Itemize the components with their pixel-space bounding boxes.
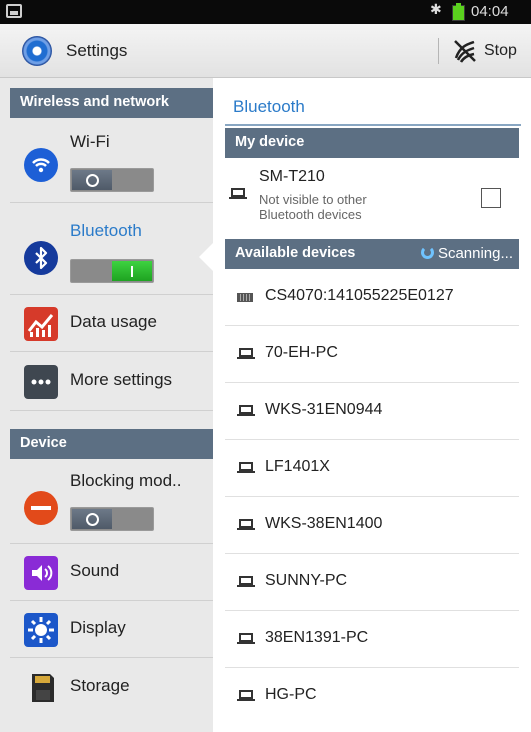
blocking-mode-toggle[interactable] [70, 507, 154, 531]
sidebar-item-sound[interactable]: Sound [10, 544, 213, 601]
storage-icon [24, 670, 58, 704]
display-icon [24, 613, 58, 647]
stop-button[interactable]: Stop [484, 42, 517, 60]
my-device-row[interactable]: SM-T210 Not visible to other Bluetooth d… [225, 162, 519, 232]
my-device-name: SM-T210 [259, 168, 325, 185]
app-title: Settings [66, 41, 128, 60]
image-icon [6, 4, 22, 18]
laptop-icon [237, 690, 255, 701]
toggle-knob [72, 170, 112, 190]
sidebar-item-label: More settings [70, 370, 173, 389]
device-name: WKS-31EN0944 [265, 401, 383, 418]
sidebar-item-label: Blocking mod.. [70, 471, 182, 490]
device-name: LF1401X [265, 458, 330, 475]
more-settings-icon [24, 365, 58, 399]
sidebar-item-display[interactable]: Display [10, 601, 213, 658]
scanning-status: Scanning... [420, 245, 513, 262]
sidebar-item-label: Bluetooth [70, 221, 142, 240]
divider [438, 38, 439, 64]
sidebar-item-blocking-mode[interactable]: Blocking mod.. [10, 459, 213, 544]
bluetooth-panel: Bluetooth My device SM-T210 Not visible … [213, 78, 531, 732]
section-header-my-device: My device [225, 128, 519, 158]
section-header-device: Device [10, 429, 213, 459]
sidebar-item-bluetooth[interactable]: Bluetooth [10, 203, 213, 295]
visibility-checkbox[interactable] [481, 188, 501, 208]
scanning-label: Scanning... [437, 245, 513, 262]
device-name: CS4070:141055225E0127 [265, 287, 454, 304]
sidebar-item-label: Display [70, 618, 126, 637]
sidebar-item-label: Wi-Fi [70, 132, 110, 151]
sidebar-item-wifi[interactable]: Wi-Fi [10, 118, 213, 203]
bluetooth-icon [24, 241, 58, 275]
laptop-icon [237, 519, 255, 530]
laptop-icon [229, 188, 247, 199]
toggle-knob [72, 509, 112, 529]
laptop-icon [237, 348, 255, 359]
blocking-mode-icon [24, 491, 58, 525]
clock: 04:04 [471, 3, 509, 20]
bluetooth-status-icon: ✱ [430, 2, 442, 18]
sidebar-item-storage[interactable]: Storage [10, 658, 213, 718]
section-header-wireless: Wireless and network [10, 88, 213, 118]
available-devices-label: Available devices [235, 245, 356, 261]
settings-sidebar: Wireless and network Wi-Fi Bluetooth Dat… [0, 78, 213, 732]
device-name: 70-EH-PC [265, 344, 338, 361]
my-device-visibility: Not visible to other Bluetooth devices [259, 192, 367, 222]
device-row[interactable]: HG-PC [225, 668, 519, 725]
sidebar-item-label: Data usage [70, 312, 157, 331]
device-name: SUNNY-PC [265, 572, 348, 589]
keyboard-icon [237, 293, 253, 302]
section-header-available-devices: Available devices Scanning... [225, 239, 519, 269]
data-usage-icon [24, 307, 58, 341]
device-row[interactable]: LF1401X [225, 440, 519, 497]
device-row[interactable]: WKS-31EN0944 [225, 383, 519, 440]
status-bar: ✱ 04:04 [0, 0, 531, 24]
laptop-icon [237, 405, 255, 416]
battery-icon [452, 3, 465, 21]
title-divider [225, 124, 521, 126]
device-name: HG-PC [265, 686, 317, 703]
toggle-knob [112, 261, 152, 281]
device-row[interactable]: SUNNY-PC [225, 554, 519, 611]
scanning-spinner-icon [420, 246, 434, 259]
sidebar-item-label: Sound [70, 561, 120, 580]
settings-gear-icon[interactable] [22, 36, 52, 66]
device-row[interactable]: 38EN1391-PC [225, 611, 519, 668]
bluetooth-toggle[interactable] [70, 259, 154, 283]
laptop-icon [237, 633, 255, 644]
sidebar-item-data-usage[interactable]: Data usage [10, 295, 213, 352]
laptop-icon [237, 576, 255, 587]
device-row[interactable]: 70-EH-PC [225, 326, 519, 383]
device-name: 38EN1391-PC [265, 629, 369, 646]
sidebar-item-label: Storage [70, 676, 130, 695]
wifi-icon [24, 148, 58, 182]
device-name: WKS-38EN1400 [265, 515, 383, 532]
sound-icon [24, 556, 58, 590]
sidebar-item-more-settings[interactable]: More settings [10, 352, 213, 411]
action-bar: Settings Stop [0, 24, 531, 78]
page-title: Bluetooth [233, 97, 305, 116]
device-row[interactable]: WKS-38EN1400 [225, 497, 519, 554]
selection-indicator [199, 242, 214, 272]
device-row[interactable]: CS4070:141055225E0127 [225, 269, 519, 326]
stop-scan-icon[interactable] [452, 38, 478, 64]
laptop-icon [237, 462, 255, 473]
wifi-toggle[interactable] [70, 168, 154, 192]
